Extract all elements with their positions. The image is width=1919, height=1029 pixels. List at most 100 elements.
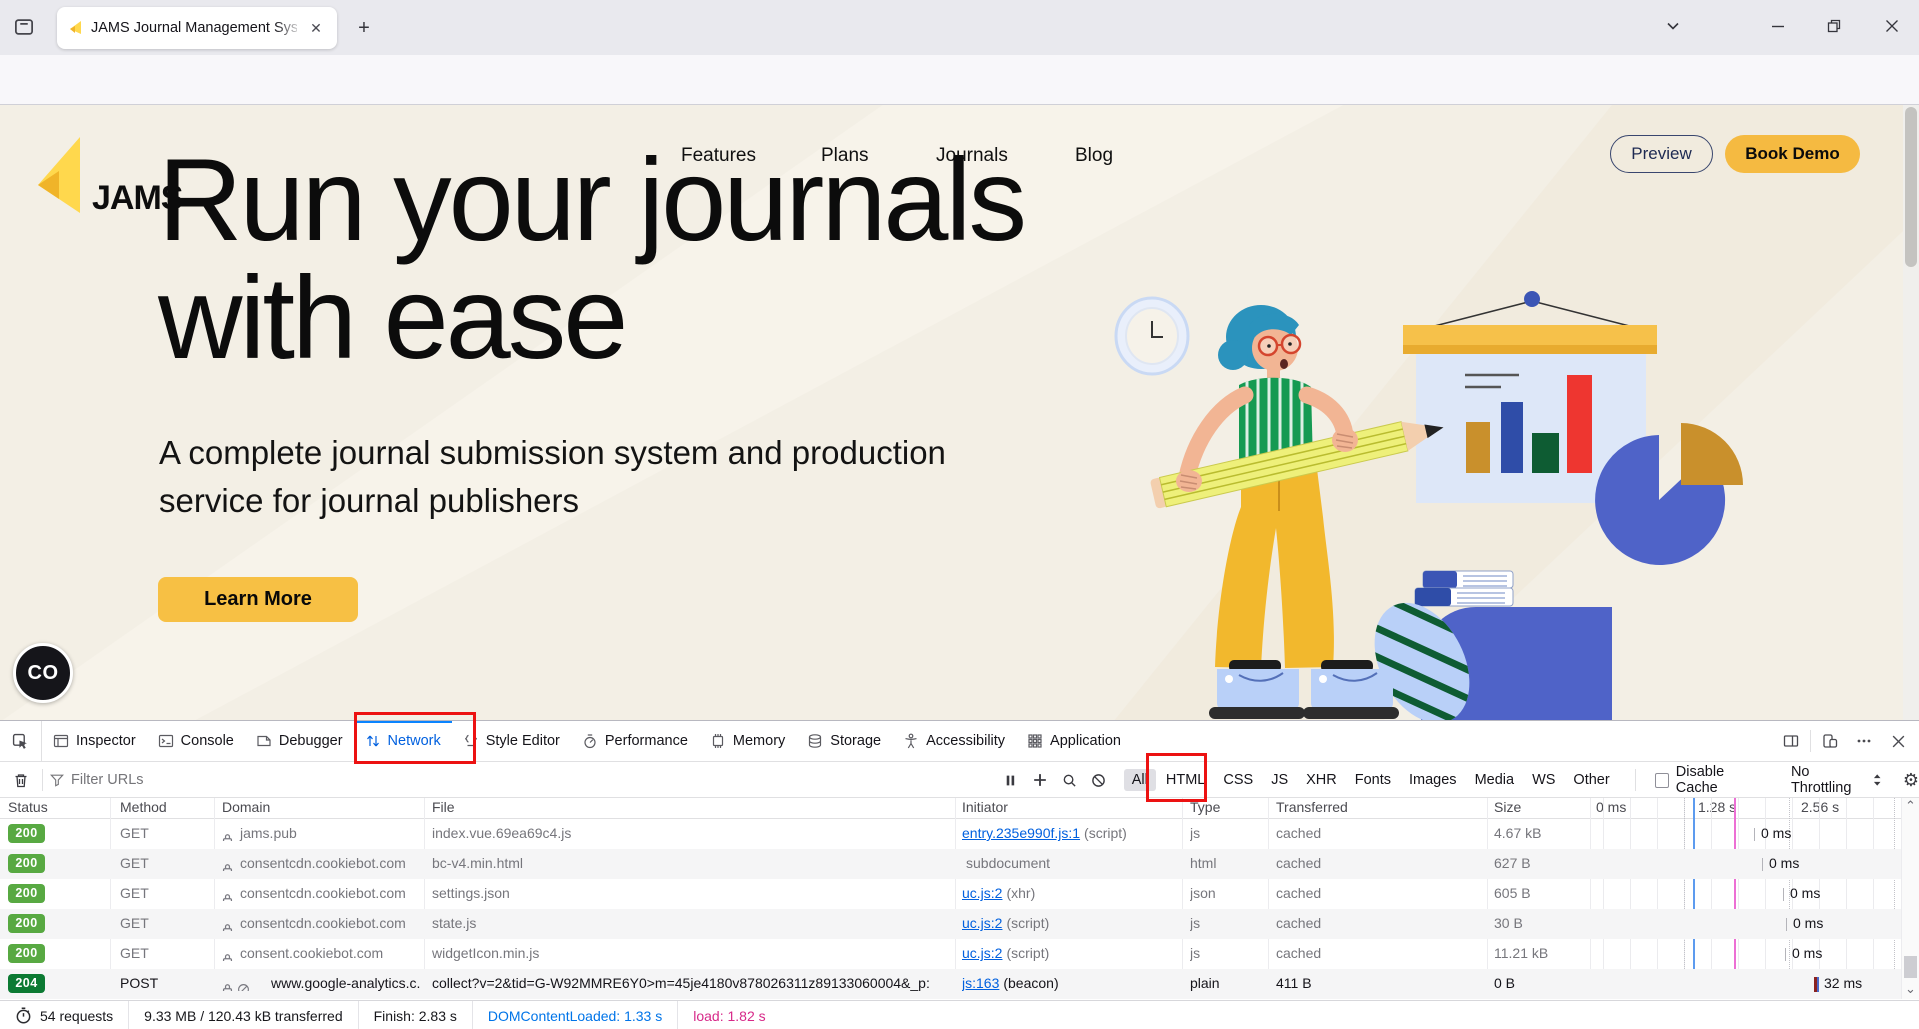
devtools-tab-memory[interactable]: Memory bbox=[699, 721, 796, 761]
firefox-view-icon[interactable] bbox=[8, 11, 40, 43]
status-badge: 200 bbox=[8, 884, 45, 903]
tab-close-icon[interactable]: ✕ bbox=[305, 17, 327, 39]
request-row[interactable]: 200GETconsentcdn.cookiebot.combc-v4.min.… bbox=[0, 849, 1919, 879]
type-filter-images[interactable]: Images bbox=[1401, 769, 1465, 791]
window-restore-button[interactable] bbox=[1818, 10, 1850, 42]
book-demo-button[interactable]: Book Demo bbox=[1725, 135, 1860, 173]
devtools-tab-debugger[interactable]: Debugger bbox=[245, 721, 354, 761]
status-load[interactable]: load: 1.82 s bbox=[678, 1001, 780, 1029]
type-filter-other[interactable]: Other bbox=[1565, 769, 1617, 791]
request-method: GET bbox=[120, 885, 210, 901]
type-filter-html[interactable]: HTML bbox=[1158, 769, 1213, 791]
type-filter-xhr[interactable]: XHR bbox=[1298, 769, 1345, 791]
nav-link-blog[interactable]: Blog bbox=[1075, 145, 1113, 167]
lock-icon bbox=[222, 863, 233, 871]
type-filter-js[interactable]: JS bbox=[1263, 769, 1296, 791]
hero-subtitle: A complete journal submission system and… bbox=[159, 429, 946, 525]
throttling-select[interactable]: No Throttling bbox=[1791, 764, 1882, 796]
devtools-tab-inspector[interactable]: Inspector bbox=[42, 721, 147, 761]
network-icon bbox=[365, 733, 381, 749]
element-picker-icon[interactable] bbox=[0, 721, 42, 761]
column-header-transferred[interactable]: Transferred bbox=[1276, 799, 1348, 815]
network-filter-bar: Filter URLs AllHTMLCSSJSXHRFontsImagesMe… bbox=[0, 762, 1919, 798]
initiator-link[interactable]: entry.235e990f.js:1 bbox=[962, 825, 1080, 841]
column-header-file[interactable]: File bbox=[432, 799, 455, 815]
window-minimize-button[interactable] bbox=[1762, 10, 1794, 42]
status-badge: 200 bbox=[8, 914, 45, 933]
column-header-method[interactable]: Method bbox=[120, 799, 167, 815]
waterfall-tick bbox=[1786, 918, 1787, 931]
network-settings-gear-icon[interactable]: ⚙ bbox=[1903, 770, 1919, 791]
request-domain: consent.cookiebot.com bbox=[222, 945, 420, 961]
devtools-tab-storage[interactable]: Storage bbox=[796, 721, 892, 761]
request-method: GET bbox=[120, 825, 210, 841]
stopwatch-icon[interactable] bbox=[15, 1007, 32, 1024]
table-scrollbar[interactable]: ⌃ ⌄ bbox=[1901, 798, 1919, 999]
waterfall-bar bbox=[1814, 977, 1817, 992]
request-row[interactable]: 200GETconsentcdn.cookiebot.comsettings.j… bbox=[0, 879, 1919, 909]
request-row[interactable]: 200GETconsent.cookiebot.comwidgetIcon.mi… bbox=[0, 939, 1919, 969]
filter-urls-input[interactable]: Filter URLs bbox=[50, 766, 144, 794]
type-filter-all[interactable]: All bbox=[1124, 769, 1156, 791]
request-row[interactable]: 204POSTwww.google-analytics.c...collect?… bbox=[0, 969, 1919, 999]
select-updown-icon bbox=[1873, 773, 1881, 787]
type-filter-fonts[interactable]: Fonts bbox=[1347, 769, 1399, 791]
split-console-icon[interactable] bbox=[1776, 726, 1806, 756]
cookiebot-widget[interactable]: CO bbox=[13, 643, 73, 703]
scroll-down-icon[interactable]: ⌄ bbox=[1905, 981, 1916, 997]
tab-list-dropdown-icon[interactable] bbox=[1657, 10, 1689, 42]
pause-requests-icon[interactable] bbox=[998, 767, 1022, 793]
devtools-tab-console[interactable]: Console bbox=[147, 721, 245, 761]
devtools-tab-network[interactable]: Network bbox=[354, 721, 452, 761]
column-header-size[interactable]: Size bbox=[1494, 799, 1521, 815]
add-request-icon[interactable] bbox=[1027, 767, 1051, 793]
initiator-link[interactable]: uc.js:2 bbox=[962, 885, 1002, 901]
page-scrollbar-thumb[interactable] bbox=[1905, 107, 1917, 267]
devtools-tab-application[interactable]: Application bbox=[1016, 721, 1132, 761]
column-header-initiator[interactable]: Initiator bbox=[962, 799, 1008, 815]
clear-requests-icon[interactable] bbox=[6, 766, 36, 794]
request-method: GET bbox=[120, 945, 210, 961]
column-header-type[interactable]: Type bbox=[1190, 799, 1220, 815]
request-transferred: cached bbox=[1276, 915, 1482, 931]
request-method: GET bbox=[120, 915, 210, 931]
column-header-status[interactable]: Status bbox=[8, 799, 48, 815]
devtools-tab-style-editor[interactable]: Style Editor bbox=[452, 721, 571, 761]
table-scrollbar-thumb[interactable] bbox=[1904, 956, 1917, 978]
devtools-tab-performance[interactable]: Performance bbox=[571, 721, 699, 761]
scroll-up-icon[interactable]: ⌃ bbox=[1905, 798, 1916, 814]
new-tab-button[interactable]: + bbox=[350, 14, 378, 42]
browser-tab[interactable]: JAMS Journal Management Syst ✕ bbox=[57, 7, 337, 49]
responsive-design-mode-icon[interactable] bbox=[1815, 726, 1845, 756]
initiator-link[interactable]: uc.js:2 bbox=[962, 915, 1002, 931]
devtools-close-icon[interactable] bbox=[1883, 726, 1913, 756]
waterfall-time: 0 ms bbox=[1790, 885, 1820, 901]
request-row[interactable]: 200GETconsentcdn.cookiebot.comstate.jsuc… bbox=[0, 909, 1919, 939]
page-scrollbar[interactable] bbox=[1903, 105, 1919, 722]
initiator-link[interactable]: uc.js:2 bbox=[962, 945, 1002, 961]
window-close-button[interactable] bbox=[1876, 10, 1908, 42]
status-badge: 200 bbox=[8, 824, 45, 843]
type-filter-ws[interactable]: WS bbox=[1524, 769, 1563, 791]
learn-more-button[interactable]: Learn More bbox=[158, 577, 358, 622]
column-header-domain[interactable]: Domain bbox=[222, 799, 270, 815]
type-filter-media[interactable]: Media bbox=[1467, 769, 1523, 791]
type-filter-css[interactable]: CSS bbox=[1215, 769, 1261, 791]
devtools-tab-accessibility[interactable]: Accessibility bbox=[892, 721, 1016, 761]
memory-icon bbox=[710, 733, 726, 749]
request-size: 30 B bbox=[1494, 915, 1586, 931]
initiator-link[interactable]: js:163 bbox=[962, 975, 999, 991]
devtools-meatball-menu-icon[interactable] bbox=[1849, 726, 1879, 756]
request-file: index.vue.69ea69c4.js bbox=[432, 825, 950, 841]
preview-button[interactable]: Preview bbox=[1610, 135, 1713, 173]
block-request-icon[interactable] bbox=[1086, 767, 1110, 793]
disable-cache-control[interactable]: Disable Cache bbox=[1655, 764, 1764, 796]
waterfall-time: 0 ms bbox=[1761, 825, 1791, 841]
filter-separator bbox=[42, 769, 43, 791]
filter-bar-right: AllHTMLCSSJSXHRFontsImagesMediaWSOther D… bbox=[998, 762, 1919, 798]
status-domcontentloaded[interactable]: DOMContentLoaded: 1.33 s bbox=[473, 1001, 678, 1029]
disable-cache-checkbox[interactable] bbox=[1655, 773, 1669, 788]
webpage-viewport: JAMS Features Plans Journals Blog Previe… bbox=[0, 105, 1919, 722]
search-icon[interactable] bbox=[1057, 767, 1081, 793]
request-row[interactable]: 200GETjams.pubindex.vue.69ea69c4.jsentry… bbox=[0, 819, 1919, 849]
